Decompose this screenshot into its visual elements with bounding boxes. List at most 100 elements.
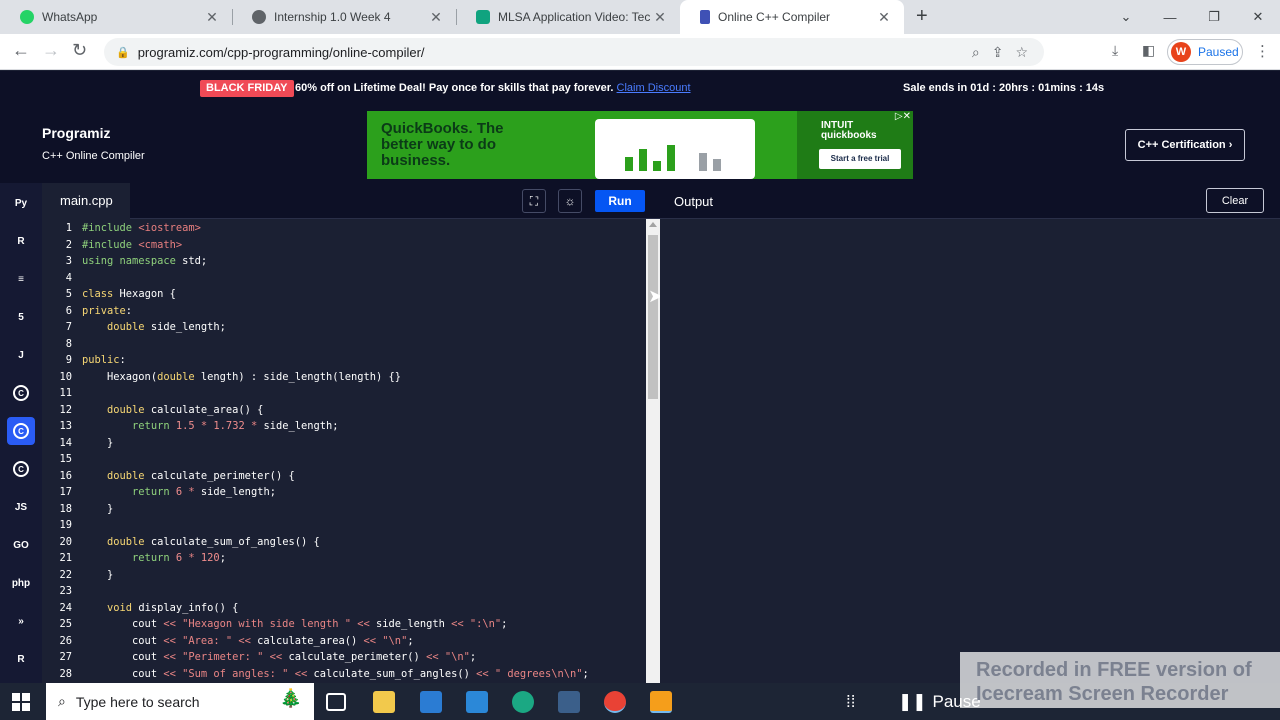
- theme-toggle-icon[interactable]: ☼: [558, 189, 582, 213]
- run-button[interactable]: Run: [595, 190, 645, 212]
- line-number: 20: [59, 535, 72, 548]
- code-token: double: [107, 321, 151, 333]
- language-glyph: R: [17, 235, 25, 247]
- clear-button[interactable]: Clear: [1206, 188, 1264, 213]
- line-number: 23: [59, 585, 72, 597]
- mail-icon[interactable]: [466, 691, 488, 713]
- sql-icon[interactable]: ≡: [7, 265, 35, 293]
- tab-online-compiler[interactable]: Online C++ Compiler ✕: [680, 0, 904, 34]
- code-token: << ":\n": [451, 618, 502, 630]
- icecream-recorder-icon[interactable]: [650, 691, 672, 713]
- go-icon[interactable]: GO: [7, 531, 35, 559]
- store-icon[interactable]: [420, 691, 442, 713]
- quickbooks-ad[interactable]: QuickBooks. The better way to do busines…: [367, 111, 913, 179]
- c-icon[interactable]: C: [7, 379, 35, 407]
- minimize-icon[interactable]: —: [1148, 10, 1192, 25]
- php-icon[interactable]: php: [7, 569, 35, 597]
- code-line: 22 }: [42, 567, 589, 584]
- code-token: calculate_sum_of_angles(): [307, 667, 477, 680]
- line-number: 16: [59, 469, 72, 482]
- tab-whatsapp[interactable]: WhatsApp ✕: [0, 0, 232, 34]
- lock-icon: 🔒: [116, 46, 130, 59]
- taskbar-search-input[interactable]: ⌕ Type here to search 🎄: [46, 683, 314, 720]
- zoom-icon[interactable]: ⌕: [972, 44, 980, 61]
- line-number: 9: [65, 354, 72, 366]
- task-view-icon[interactable]: [326, 693, 346, 711]
- share-icon[interactable]: ⇪: [992, 44, 1004, 61]
- download-icon[interactable]: ⤓: [1112, 42, 1118, 59]
- close-icon[interactable]: ✕: [874, 9, 894, 26]
- html-icon[interactable]: 5: [7, 303, 35, 331]
- java-icon[interactable]: J: [7, 341, 35, 369]
- code-token: Hexagon(: [82, 370, 158, 383]
- code-editor[interactable]: 1 #include <iostream> 2 #include <cmath> 3 us…: [42, 219, 646, 688]
- edge-icon[interactable]: [512, 691, 534, 713]
- code-line: 3 using namespace std;: [42, 253, 589, 270]
- tab-mlsa[interactable]: MLSA Application Video: Techni ✕: [456, 0, 680, 34]
- line-number: 26: [59, 634, 72, 647]
- programiz-icon: [700, 10, 710, 24]
- recorder-grid-icon[interactable]: ⁞⁞: [846, 683, 855, 720]
- tab-title: MLSA Application Video: Techni: [498, 10, 650, 24]
- file-explorer-icon[interactable]: [373, 691, 395, 713]
- code-line: 6 private:: [42, 303, 589, 320]
- code-line: 2 #include <cmath>: [42, 237, 589, 254]
- certification-button[interactable]: C++ Certification ›: [1125, 129, 1245, 161]
- r-icon[interactable]: R: [7, 227, 35, 255]
- language-glyph: C: [13, 385, 29, 401]
- menu-icon[interactable]: ⋮: [1255, 42, 1270, 60]
- csharp-icon[interactable]: C: [7, 455, 35, 483]
- new-tab-button[interactable]: +: [916, 5, 928, 28]
- code-token: }: [82, 502, 114, 515]
- close-icon[interactable]: ✕: [202, 9, 222, 26]
- ad-close-icon[interactable]: ▷✕: [894, 111, 911, 122]
- language-glyph: C: [13, 461, 29, 477]
- back-icon[interactable]: ←: [12, 40, 30, 61]
- side-panel-icon[interactable]: ◧: [1142, 42, 1155, 59]
- code-token: #include: [82, 238, 139, 251]
- code-token: ;: [501, 618, 508, 630]
- claim-discount-link[interactable]: Claim Discount: [617, 82, 691, 94]
- windows-start-icon[interactable]: [12, 693, 30, 711]
- restore-icon[interactable]: ❐: [1192, 9, 1236, 25]
- code-token: ;: [219, 552, 226, 564]
- programiz-logo[interactable]: Programiz: [42, 125, 110, 141]
- rust-icon[interactable]: R: [7, 645, 35, 673]
- language-glyph: GO: [13, 539, 29, 551]
- address-bar[interactable]: 🔒 programiz.com/cpp-programming/online-c…: [104, 38, 1044, 66]
- profile-button[interactable]: W Paused: [1167, 39, 1243, 65]
- close-icon[interactable]: ✕: [650, 9, 670, 26]
- calculator-icon[interactable]: [558, 691, 580, 713]
- language-glyph: C: [13, 423, 29, 439]
- language-glyph: JS: [14, 501, 28, 513]
- code-token: calculate_area(): [250, 634, 364, 647]
- code-token: length) : side_length(length) {}: [200, 370, 402, 383]
- code-token: double: [107, 535, 151, 548]
- swift-icon[interactable]: »: [7, 607, 35, 635]
- scroll-thumb[interactable]: [648, 235, 658, 399]
- code-token: display_info() {: [138, 601, 239, 614]
- close-window-icon[interactable]: ✕: [1236, 9, 1280, 25]
- scroll-up-icon[interactable]: [649, 222, 657, 227]
- forward-icon[interactable]: →: [42, 40, 60, 61]
- free-trial-button[interactable]: Start a free trial: [819, 149, 901, 169]
- cpp-icon[interactable]: C: [7, 417, 35, 445]
- fullscreen-icon[interactable]: ⛶: [522, 189, 546, 213]
- code-token: using namespace: [82, 255, 183, 267]
- holiday-tree-icon: 🎄: [279, 688, 302, 708]
- close-icon[interactable]: ✕: [426, 9, 446, 26]
- file-tab-main-cpp[interactable]: main.cpp: [42, 183, 130, 219]
- code-token: <cmath>: [138, 238, 183, 251]
- python-icon[interactable]: Py: [7, 189, 35, 217]
- pause-icon: ❚❚: [898, 691, 927, 711]
- chrome-icon[interactable]: [604, 691, 626, 713]
- code-line: 24 void display_info() {: [42, 600, 589, 617]
- tab-search-icon[interactable]: ⌄: [1104, 9, 1148, 25]
- bookmark-star-icon[interactable]: ☆: [1015, 44, 1028, 61]
- code-line: 10 Hexagon(double length) : side_length(…: [42, 369, 589, 386]
- reload-icon[interactable]: ↻: [72, 40, 87, 61]
- tab-internship[interactable]: Internship 1.0 Week 4 ✕: [232, 0, 456, 34]
- js-icon[interactable]: JS: [7, 493, 35, 521]
